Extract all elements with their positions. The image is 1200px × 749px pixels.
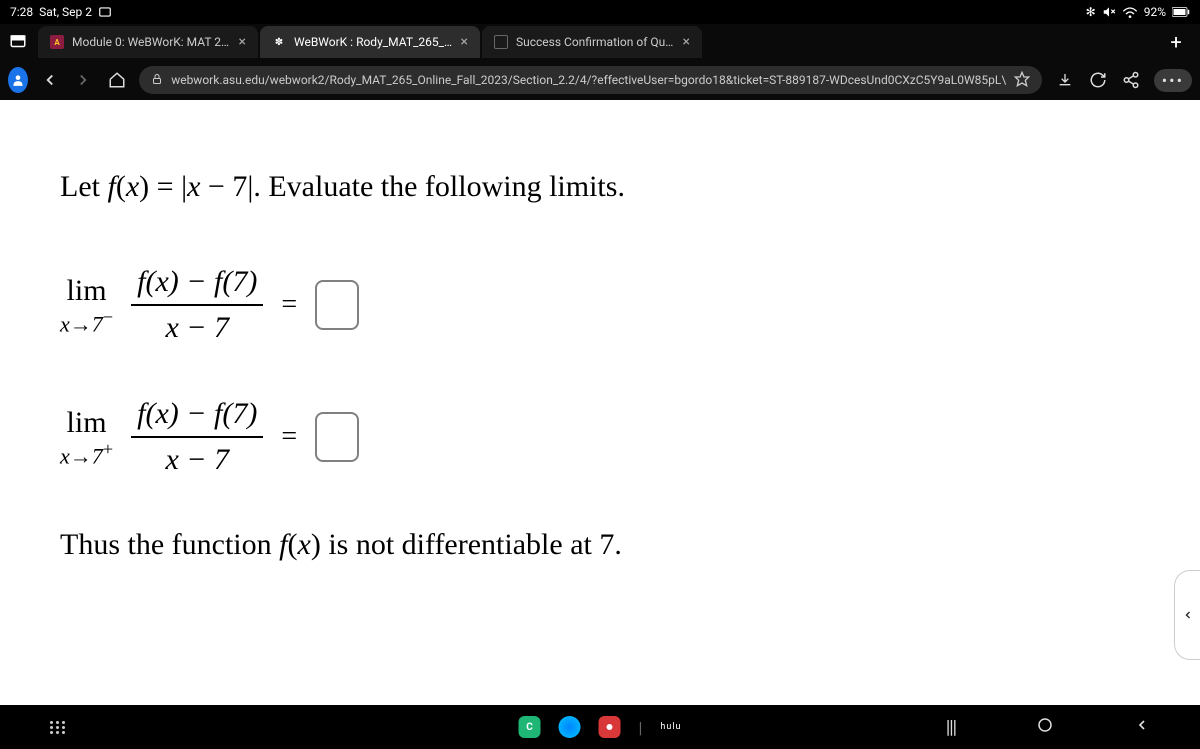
dock-app-hulu[interactable]: hulu: [660, 722, 681, 732]
url-text: webwork.asu.edu/webwork2/Rody_MAT_265_On…: [171, 73, 1006, 87]
dock-app-c[interactable]: C: [519, 716, 541, 738]
evaluate-text: . Evaluate the following limits.: [253, 170, 625, 203]
browser-toolbar: webwork.asu.edu/webwork2/Rody_MAT_265_On…: [0, 60, 1200, 100]
tab-webwork[interactable]: ✽ WeBWorK : Rody_MAT_265_Onl ×: [260, 26, 480, 58]
favicon-blank: [494, 35, 508, 49]
mute-icon: [1102, 5, 1116, 19]
tab-success[interactable]: Success Confirmation of Questi ×: [482, 26, 702, 58]
lock-icon: [151, 73, 163, 88]
recents-button[interactable]: |||: [946, 717, 956, 738]
tab-title: WeBWorK : Rody_MAT_265_Onl: [294, 35, 453, 49]
wifi-icon: [1122, 6, 1138, 18]
answer-input-right[interactable]: [315, 412, 359, 462]
dock-separator: |: [639, 718, 643, 737]
equals-sign: =: [281, 289, 297, 321]
battery-level: 92%: [1144, 5, 1166, 19]
address-bar[interactable]: webwork.asu.edu/webwork2/Rody_MAT_265_On…: [139, 66, 1042, 94]
more-menu-button[interactable]: •••: [1154, 69, 1192, 92]
screenshot-icon: [98, 5, 112, 19]
browser-tab-bar: A Module 0: WeBWorK: MAT 265: × ✽ WeBWor…: [0, 24, 1200, 60]
bookmark-star-icon[interactable]: [1014, 71, 1030, 90]
status-time: 7:28: [10, 5, 33, 19]
home-nav-button[interactable]: [1036, 716, 1054, 739]
favicon-asu: A: [50, 35, 64, 49]
tab-title: Module 0: WeBWorK: MAT 265:: [72, 35, 231, 49]
conclusion-text: Thus the function f(x) is not differenti…: [60, 528, 1140, 562]
home-button[interactable]: [106, 66, 127, 94]
reload-button[interactable]: [1087, 66, 1108, 94]
lim-word: lim: [60, 406, 113, 439]
side-panel-handle[interactable]: [1174, 570, 1200, 660]
battery-icon: [1172, 7, 1190, 17]
tab-title: Success Confirmation of Questi: [516, 35, 675, 49]
fraction-right: f(x) − f(7) x − 7: [131, 396, 263, 478]
dock: C | hulu: [519, 716, 682, 738]
profile-button[interactable]: [8, 67, 28, 93]
back-button[interactable]: [40, 66, 61, 94]
favicon-webwork: ✽: [272, 35, 286, 49]
answer-input-left[interactable]: [315, 280, 359, 330]
share-button[interactable]: [1121, 66, 1142, 94]
status-date: Sat, Sep 2: [39, 5, 92, 19]
tab-module-0[interactable]: A Module 0: WeBWorK: MAT 265: ×: [38, 26, 258, 58]
page-content: Let f(x) = |x − 7|. Evaluate the followi…: [0, 100, 1200, 705]
download-button[interactable]: [1054, 66, 1075, 94]
dock-app-recorder[interactable]: [599, 716, 621, 738]
lim-block-right: lim x→7+: [60, 406, 113, 469]
window-menu-button[interactable]: [6, 30, 30, 54]
system-nav-bar: C | hulu |||: [0, 705, 1200, 749]
close-icon[interactable]: ×: [461, 34, 468, 50]
bluetooth-icon: ✻: [1086, 5, 1096, 19]
lim-block-left: lim x→7−: [60, 274, 113, 337]
lim-word: lim: [60, 274, 113, 307]
close-icon[interactable]: ×: [683, 34, 690, 50]
fraction-left: f(x) − f(7) x − 7: [131, 264, 263, 346]
forward-button[interactable]: [73, 66, 94, 94]
close-icon[interactable]: ×: [239, 34, 246, 50]
limit-left-row: lim x→7− f(x) − f(7) x − 7 =: [60, 264, 1140, 346]
limit-right-row: lim x→7+ f(x) − f(7) x − 7 =: [60, 396, 1140, 478]
back-nav-button[interactable]: [1134, 717, 1150, 738]
app-drawer-button[interactable]: [50, 721, 78, 734]
let-text: Let: [60, 170, 107, 203]
problem-statement: Let f(x) = |x − 7|. Evaluate the followi…: [60, 170, 1140, 204]
equals-sign: =: [281, 421, 297, 453]
new-tab-button[interactable]: +: [1160, 26, 1192, 58]
dock-app-messenger[interactable]: [559, 716, 581, 738]
status-bar: 7:28 Sat, Sep 2 ✻ 92%: [0, 0, 1200, 24]
